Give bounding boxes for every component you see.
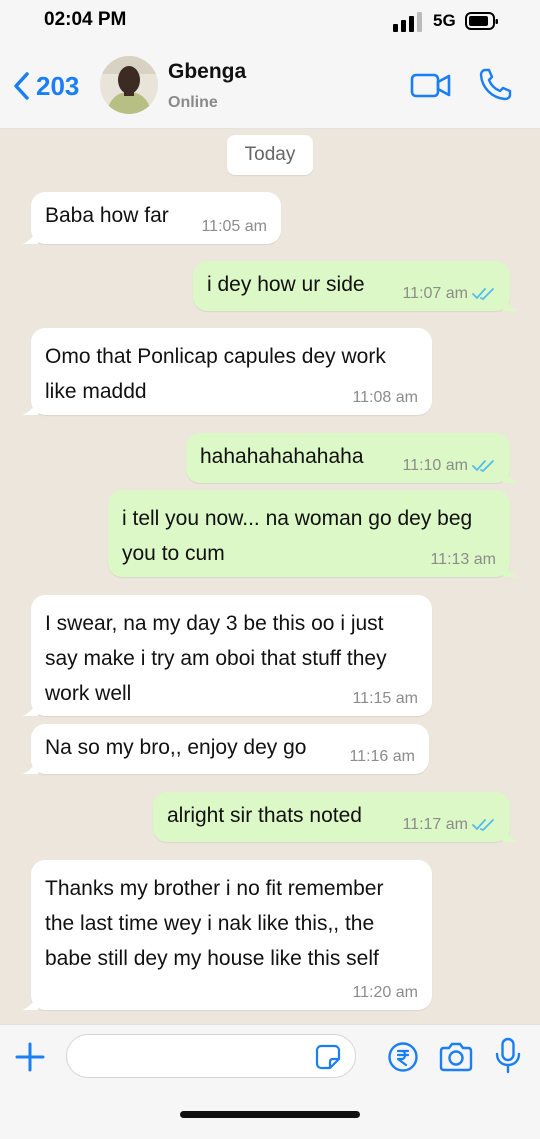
status-bar: 02:04 PM 5G <box>0 0 540 44</box>
message-incoming[interactable]: Omo that Ponlicap capules dey work like … <box>22 328 432 415</box>
chat-header: 203 Gbenga Online <box>0 44 540 129</box>
message-input-wrapper <box>66 1034 356 1078</box>
camera-icon <box>439 1042 473 1072</box>
date-separator: Today <box>227 135 313 175</box>
read-receipt-icon <box>472 819 494 832</box>
message-text: i dey how ur side <box>207 273 365 296</box>
home-indicator <box>180 1111 360 1118</box>
camera-button[interactable] <box>438 1041 474 1073</box>
sticker-button[interactable] <box>315 1044 341 1070</box>
rupee-icon <box>388 1042 418 1072</box>
network-label: 5G <box>433 11 456 30</box>
microphone-icon <box>495 1037 521 1074</box>
message-time: 11:13 am <box>430 551 496 568</box>
message-outgoing[interactable]: alright sir thats noted 11:17 am <box>153 792 519 842</box>
message-text: Baba how far <box>45 204 169 227</box>
message-time: 11:05 am <box>201 218 267 235</box>
message-outgoing[interactable]: i tell you now... na woman go dey beg yo… <box>108 490 519 577</box>
message-time: 11:15 am <box>352 690 418 707</box>
plus-icon <box>15 1042 45 1072</box>
message-incoming[interactable]: Baba how far 11:05 am <box>22 192 281 244</box>
voice-note-button[interactable] <box>494 1037 522 1075</box>
contact-name[interactable]: Gbenga <box>168 60 246 84</box>
message-incoming[interactable]: Thanks my brother i no fit remember the … <box>22 860 432 1010</box>
payment-button[interactable] <box>387 1041 419 1073</box>
message-text: Na so my bro,, enjoy dey go <box>45 736 307 759</box>
contact-status: Online <box>168 94 218 111</box>
unread-count: 203 <box>36 70 80 101</box>
read-receipt-icon <box>472 288 494 301</box>
battery-icon <box>465 12 498 30</box>
read-receipt-icon <box>472 460 494 473</box>
attach-button[interactable] <box>14 1041 46 1073</box>
message-input[interactable] <box>81 1035 315 1077</box>
signal-icon <box>393 12 425 32</box>
message-time: 11:10 am <box>402 457 468 474</box>
sticker-icon <box>315 1044 341 1070</box>
voice-call-button[interactable] <box>476 66 514 104</box>
phone-icon <box>479 68 512 101</box>
message-outgoing[interactable]: hahahahahahaha 11:10 am <box>186 433 519 483</box>
status-time: 02:04 PM <box>44 9 127 30</box>
contact-avatar[interactable] <box>100 56 158 114</box>
message-time: 11:17 am <box>402 816 468 833</box>
message-text: alright sir thats noted <box>167 804 362 827</box>
message-list[interactable]: Today Baba how far 11:05 am i dey how ur… <box>0 129 540 1024</box>
message-text: hahahahahahaha <box>200 445 364 468</box>
video-call-button[interactable] <box>410 68 452 102</box>
back-button[interactable]: 203 <box>12 66 79 106</box>
message-incoming[interactable]: Na so my bro,, enjoy dey go 11:16 am <box>22 724 429 774</box>
message-incoming[interactable]: I swear, na my day 3 be this oo i just s… <box>22 595 432 716</box>
message-time: 11:16 am <box>349 748 415 765</box>
message-time: 11:08 am <box>352 389 418 406</box>
message-time: 11:07 am <box>402 285 468 302</box>
message-text: Thanks my brother i no fit remember the … <box>45 877 384 970</box>
back-chevron-icon <box>14 72 29 100</box>
message-outgoing[interactable]: i dey how ur side 11:07 am <box>193 261 519 311</box>
video-camera-icon <box>410 73 451 98</box>
message-time: 11:20 am <box>352 984 418 1001</box>
composer-bar <box>0 1024 540 1139</box>
